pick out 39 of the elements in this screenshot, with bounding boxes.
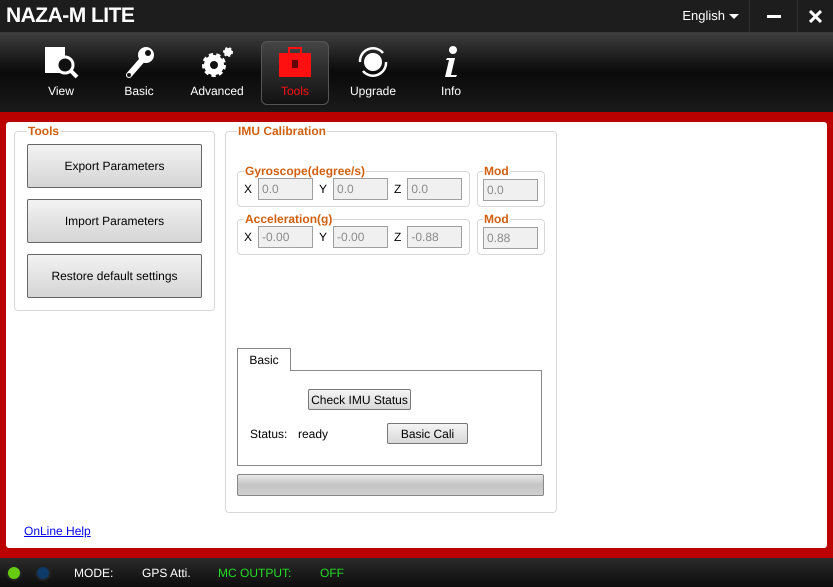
caret-icon <box>729 14 739 18</box>
document-search-icon <box>43 45 79 79</box>
nav-tab[interactable]: View <box>27 40 95 104</box>
status-label: Status: <box>250 426 288 442</box>
axis-label: Z <box>394 229 402 246</box>
mode-label: MODE: <box>74 564 114 582</box>
tool-button[interactable]: Import Parameters <box>27 199 202 243</box>
axis-label: X <box>244 229 252 246</box>
check-imu-button[interactable]: Check IMU Status <box>308 389 411 410</box>
online-help-link[interactable]: OnLine Help <box>24 522 91 540</box>
axis-label: X <box>244 181 252 198</box>
mode-value: GPS Atti. <box>142 564 192 582</box>
group-title: Acceleration(g) <box>244 212 334 226</box>
tab[interactable]: Basic <box>237 348 291 371</box>
output-label: MC OUTPUT: <box>218 564 292 582</box>
group-title: Gyroscope(degree/s) <box>244 164 366 178</box>
app-title: NAZA-M LITE <box>5 3 134 30</box>
minimize-icon <box>766 14 780 18</box>
group-title: IMU Calibration <box>237 124 328 138</box>
axis-label: Y <box>319 229 328 246</box>
basic-cali-button[interactable]: Basic Cali <box>387 423 468 444</box>
nav-tab[interactable]: Tools <box>261 40 329 104</box>
tool-button[interactable]: Restore default settings <box>27 254 202 298</box>
toolbox-icon <box>277 45 313 79</box>
close-icon <box>809 10 822 22</box>
output-value: OFF <box>320 564 344 582</box>
axis-label: Y <box>319 181 328 198</box>
axis-label: Z <box>394 181 402 198</box>
group-title: Mod <box>483 164 510 178</box>
group-title: Mod <box>483 212 510 226</box>
nav-tab[interactable]: Basic <box>105 40 173 104</box>
gears-icon <box>199 45 235 79</box>
group-title: Tools <box>27 124 60 138</box>
nav-tab[interactable]: Advanced <box>183 40 251 104</box>
nav-tab[interactable]: Info <box>417 40 485 104</box>
language-dropdown[interactable]: English <box>672 0 750 32</box>
tool-button[interactable]: Export Parameters <box>27 144 202 188</box>
nav-tab[interactable]: Upgrade <box>339 40 407 104</box>
status-value: ready <box>298 426 330 442</box>
